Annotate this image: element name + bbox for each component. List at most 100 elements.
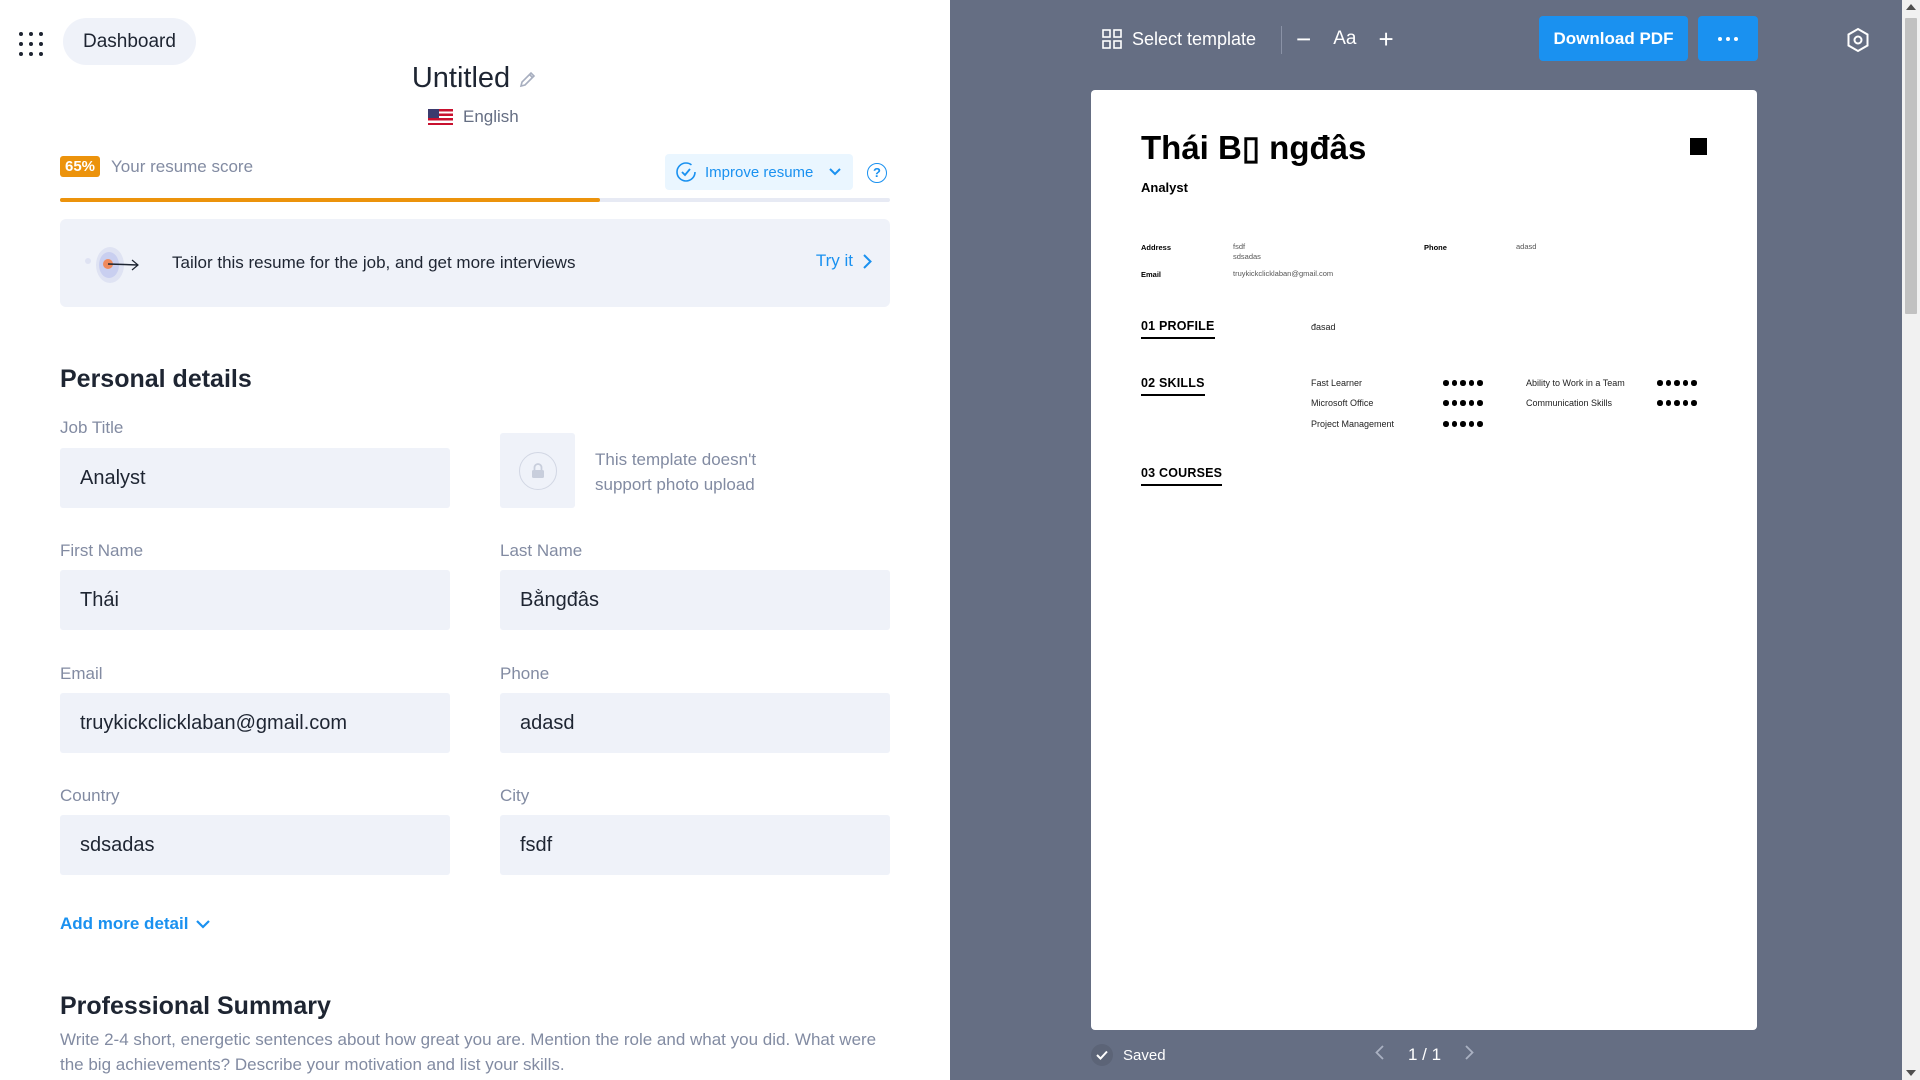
skill-level-dot [1460, 421, 1466, 427]
skill-level-dot [1468, 421, 1474, 427]
professional-summary-heading: Professional Summary [60, 992, 331, 1020]
decrease-font-button[interactable]: − [1296, 26, 1311, 52]
skill-level-dot [1665, 380, 1671, 386]
preview-panel: Select template − Aa + Download PDF Thái… [950, 0, 1902, 1080]
cv-skill-dots [1657, 400, 1697, 406]
score-label: Your resume score [111, 157, 254, 176]
select-template-label: Select template [1132, 28, 1257, 49]
scroll-up-arrow-icon[interactable] [1906, 4, 1916, 10]
cv-skill-dots [1443, 421, 1483, 427]
us-flag-icon [428, 109, 453, 125]
page-navigator: 1 / 1 [1375, 1044, 1474, 1065]
cv-skill-dots [1443, 380, 1483, 386]
page-indicator: 1 / 1 [1408, 1044, 1442, 1064]
chevron-right-icon [863, 253, 872, 269]
font-size-control: − Aa + [1296, 16, 1394, 62]
cv-address-line1: fsdf [1233, 242, 1246, 251]
download-pdf-button[interactable]: Download PDF [1539, 16, 1688, 61]
cv-skill-name: Ability to Work in a Team [1526, 378, 1625, 388]
cv-skill-dots [1443, 400, 1483, 406]
first-name-field[interactable] [60, 570, 450, 630]
cv-profile-heading: 01 PROFILE [1141, 319, 1215, 339]
dashboard-button[interactable]: Dashboard [63, 18, 196, 65]
skill-level-dot [1657, 380, 1663, 386]
cv-role: Analyst [1141, 180, 1188, 195]
check-icon [1091, 1044, 1113, 1066]
language-selector[interactable]: English [428, 107, 519, 127]
last-name-label: Last Name [500, 541, 583, 560]
cv-skill-name: Communication Skills [1526, 398, 1613, 408]
country-field[interactable] [60, 815, 450, 875]
skill-level-dot [1443, 421, 1449, 427]
refresh-check-icon [676, 162, 696, 182]
cv-skill-name: Microsoft Office [1311, 398, 1374, 408]
skill-level-dot [1691, 380, 1697, 386]
page-scrollbar[interactable] [1902, 0, 1920, 1080]
previous-page-button[interactable] [1375, 1044, 1384, 1065]
more-options-button[interactable] [1698, 16, 1758, 61]
skill-level-dot [1477, 380, 1483, 386]
city-field[interactable] [500, 815, 890, 875]
first-name-label: First Name [60, 541, 144, 560]
cv-skills-heading: 02 SKILLS [1141, 376, 1205, 396]
skill-level-dot [1674, 400, 1680, 406]
personal-details-heading: Personal details [60, 365, 252, 393]
tailor-resume-banner[interactable]: Tailor this resume for the job, and get … [60, 219, 890, 307]
cv-email-label: Email [1141, 270, 1162, 279]
score-progress-fill [60, 198, 600, 202]
scrollbar-thumb[interactable] [1905, 18, 1917, 314]
skill-level-dot [1443, 380, 1449, 386]
language-label: English [463, 107, 519, 126]
document-title-text: Untitled [411, 62, 511, 94]
email-label: Email [60, 664, 103, 683]
last-name-field[interactable] [500, 570, 890, 630]
email-field[interactable] [60, 693, 450, 753]
skill-level-dot [1477, 421, 1483, 427]
cv-skill-name: Project Management [1311, 419, 1395, 429]
cv-address-label: Address [1141, 243, 1172, 252]
cv-phone-value: adasd [1516, 242, 1537, 251]
target-arrow-icon [85, 247, 139, 283]
cv-decoration-square [1690, 138, 1707, 155]
grid-icon [1102, 29, 1122, 49]
increase-font-button[interactable]: + [1378, 26, 1393, 52]
skill-level-dot [1468, 380, 1474, 386]
cv-email-value: truykickclicklaban@gmail.com [1233, 269, 1334, 278]
score-progress-bar [60, 198, 890, 202]
lock-icon [518, 451, 557, 490]
score-badge: 65% [60, 156, 101, 177]
help-icon[interactable]: ? [867, 163, 887, 183]
document-title-area: Untitled [0, 62, 950, 95]
cv-courses-heading: 03 COURSES [1141, 466, 1223, 486]
chevron-right-icon [1465, 1045, 1474, 1060]
summary-hint: Write 2-4 short, energetic sentences abo… [60, 1030, 877, 1074]
country-label: Country [60, 786, 120, 805]
skill-level-dot [1460, 400, 1466, 406]
chevron-left-icon [1375, 1045, 1384, 1060]
skill-level-dot [1691, 400, 1697, 406]
phone-label: Phone [500, 664, 550, 683]
add-more-detail-button[interactable]: Add more detail [60, 914, 211, 934]
select-template-button[interactable]: Select template [1102, 16, 1256, 62]
scroll-down-arrow-icon[interactable] [1906, 1070, 1916, 1076]
skill-level-dot [1682, 380, 1688, 386]
toolbar-divider [1281, 26, 1282, 54]
saved-label: Saved [1123, 1046, 1166, 1064]
photo-upload-placeholder [500, 433, 575, 508]
document-title[interactable]: Untitled [412, 62, 538, 95]
phone-field[interactable] [500, 693, 890, 753]
cv-profile-text: đasad [1311, 322, 1336, 332]
improve-resume-button[interactable]: Improve resume [665, 154, 853, 190]
save-status: Saved [1091, 1044, 1166, 1066]
cv-name: Thái B▯ ngđâs [1141, 129, 1367, 166]
skill-level-dot [1665, 400, 1671, 406]
skill-level-dot [1443, 400, 1449, 406]
skill-level-dot [1451, 421, 1457, 427]
try-it-link[interactable]: Try it [816, 251, 872, 271]
grid-dots-icon[interactable] [19, 32, 43, 56]
next-page-button[interactable] [1465, 1044, 1474, 1065]
add-more-detail-label: Add more detail [60, 914, 189, 933]
hexagon-settings-icon[interactable] [1845, 27, 1871, 53]
pencil-icon[interactable] [518, 69, 538, 89]
job-title-field[interactable] [60, 448, 450, 508]
